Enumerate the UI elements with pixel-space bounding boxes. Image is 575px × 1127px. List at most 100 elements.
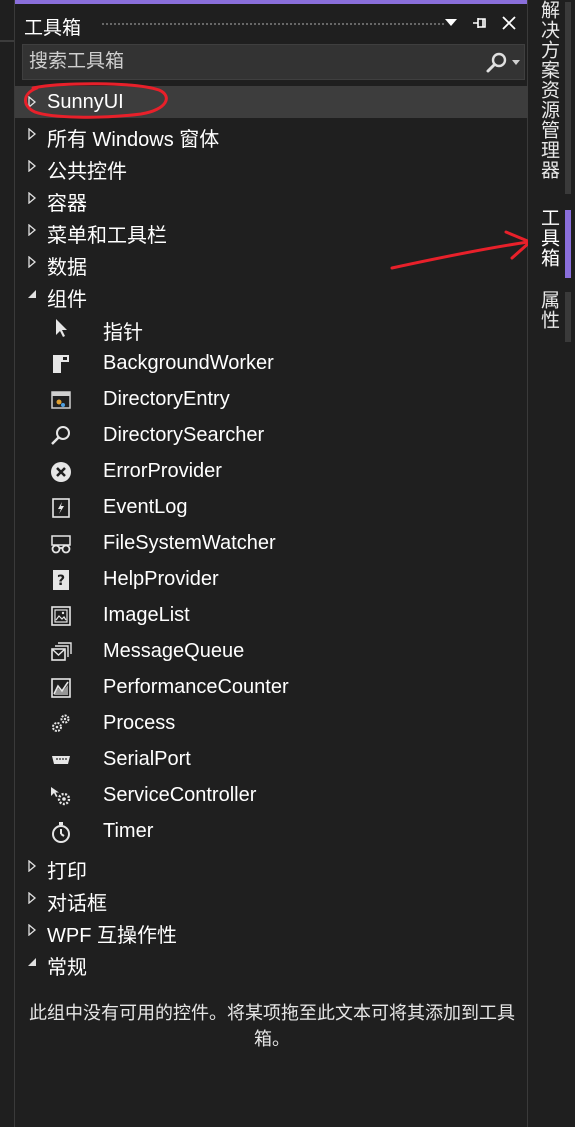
toolbox-item-label: PerformanceCounter: [103, 676, 289, 698]
toolbox-item[interactable]: 指针: [15, 310, 529, 346]
event-log-icon: [52, 498, 70, 518]
toolbox-category[interactable]: 组件: [15, 278, 529, 311]
toolbox-category-label: 打印: [47, 861, 87, 883]
toolbox-item[interactable]: BackgroundWorker: [15, 346, 529, 382]
toolbox-category-label: WPF 互操作性: [47, 925, 177, 947]
left-edge: [0, 0, 14, 1127]
side-tab[interactable]: 解决方案资源管理器: [532, 0, 562, 180]
toolbox-category[interactable]: 打印: [15, 850, 529, 883]
gears-icon: [52, 714, 70, 732]
side-tab[interactable]: 工具箱: [532, 208, 562, 268]
toolbox-tree: SunnyUI 所有 Windows 窗体 公共控件容器菜单和工具栏 数据组件 指针 Ba…: [15, 86, 529, 979]
side-tab[interactable]: 属性: [532, 290, 562, 330]
side-tab-indicator: [565, 292, 571, 342]
toolbox-category-label: 容器: [47, 193, 87, 215]
toolbox-item-label: Timer: [103, 820, 154, 842]
service-controller-icon: [51, 787, 71, 806]
caret-collapsed-icon[interactable]: [26, 860, 38, 872]
toolbox-item-label: BackgroundWorker: [103, 352, 274, 374]
toolbox-category[interactable]: 公共控件: [15, 150, 529, 183]
toolbox-panel: 工具箱 SunnyUI 所有 Windows 窗体公共控件容器菜单和工具栏数据组件…: [14, 0, 529, 1127]
toolbox-item-label: ServiceController: [103, 784, 257, 806]
binoculars-icon: [51, 535, 71, 554]
svg-text:?: ?: [57, 573, 65, 589]
toolbox-category[interactable]: 常规: [15, 946, 529, 979]
toolbox-item-label: EventLog: [103, 496, 188, 518]
toolbox-item[interactable]: FileSystemWatcher: [15, 526, 529, 562]
toolbox-item[interactable]: DirectoryEntry: [15, 382, 529, 418]
empty-group-message: 此组中没有可用的控件。将某项拖至此文本可将其添加到工具箱。: [29, 1003, 515, 1049]
caret-expanded-icon[interactable]: [26, 288, 38, 300]
side-tab-indicator: [565, 2, 571, 194]
toolbox-category[interactable]: 对话框: [15, 882, 529, 915]
toolbox-item[interactable]: ImageList: [15, 598, 529, 634]
panel-title: 工具箱: [24, 18, 82, 39]
toolbox-item-label: FileSystemWatcher: [103, 532, 276, 554]
search-options-dropdown-icon[interactable]: [512, 60, 520, 65]
toolbox-category-label: 组件: [47, 289, 87, 311]
caret-collapsed-icon[interactable]: [26, 160, 38, 172]
left-edge-mark: [0, 40, 14, 42]
caret-collapsed-icon[interactable]: [26, 892, 38, 904]
toolbox-item-label: HelpProvider: [103, 568, 219, 590]
search-input[interactable]: [29, 50, 469, 74]
toolbox-item[interactable]: ErrorProvider: [15, 454, 529, 490]
toolbox-category[interactable]: 所有 Windows 窗体: [15, 118, 529, 151]
help-icon: ?: [53, 570, 69, 590]
toolbox-item[interactable]: ServiceController: [15, 778, 529, 814]
serial-port-icon: [52, 756, 70, 764]
side-tab-strip: 解决方案资源管理器工具箱属性: [528, 0, 575, 1127]
window-position-dropdown-icon[interactable]: [440, 12, 462, 34]
toolbox-item[interactable]: SerialPort: [15, 742, 529, 778]
toolbox-category-label: 对话框: [47, 893, 107, 915]
caret-collapsed-icon[interactable]: [26, 924, 38, 936]
caret-collapsed-icon[interactable]: [26, 224, 38, 236]
toolbox-item-label: ImageList: [103, 604, 190, 626]
background-worker-icon: [53, 355, 69, 373]
message-queue-icon: [51, 642, 72, 661]
caret-collapsed-icon[interactable]: [26, 256, 38, 268]
toolbox-item[interactable]: EventLog: [15, 490, 529, 526]
toolbox-item-label: SerialPort: [103, 748, 191, 770]
toolbox-category[interactable]: SunnyUI: [15, 86, 529, 118]
toolbox-category-label: SunnyUI: [47, 91, 124, 113]
directory-entry-icon: [51, 391, 71, 409]
performance-counter-icon: [51, 678, 71, 698]
toolbox-item-label: 指针: [103, 322, 143, 344]
image-list-icon: [51, 606, 71, 626]
stopwatch-icon: [52, 822, 70, 843]
toolbox-category-label: 公共控件: [47, 161, 127, 183]
toolbox-item[interactable]: MessageQueue: [15, 634, 529, 670]
toolbox-category[interactable]: WPF 互操作性: [15, 914, 529, 947]
close-icon[interactable]: [498, 12, 520, 34]
toolbox-item[interactable]: Timer: [15, 814, 529, 850]
caret-collapsed-icon[interactable]: [26, 128, 38, 140]
toolbox-item-label: DirectorySearcher: [103, 424, 265, 446]
toolbox-item[interactable]: PerformanceCounter: [15, 670, 529, 706]
pointer-icon: [56, 319, 67, 337]
caret-collapsed-icon[interactable]: [26, 192, 38, 204]
search-box[interactable]: [22, 44, 525, 80]
toolbox-category-label: 菜单和工具栏: [47, 225, 167, 247]
magnifier-icon: [51, 426, 70, 445]
side-tab-indicator: [565, 210, 571, 278]
toolbox-category-label: 常规: [47, 957, 87, 979]
toolbox-item[interactable]: DirectorySearcher: [15, 418, 529, 454]
toolbox-item-label: DirectoryEntry: [103, 388, 230, 410]
toolbox-category[interactable]: 数据: [15, 246, 529, 279]
toolbox-item-label: Process: [103, 712, 176, 734]
caret-expanded-icon[interactable]: [26, 956, 38, 968]
caret-collapsed-icon[interactable]: [26, 96, 38, 108]
search-icon[interactable]: [485, 52, 509, 74]
drag-grip[interactable]: [101, 22, 445, 27]
toolbox-item[interactable]: ? HelpProvider: [15, 562, 529, 598]
toolbox-item-label: ErrorProvider: [103, 460, 222, 482]
toolbox-category-label: 数据: [47, 257, 87, 279]
toolbox-item-label: MessageQueue: [103, 640, 245, 662]
toolbox-category[interactable]: 菜单和工具栏: [15, 214, 529, 247]
panel-title-bar[interactable]: 工具箱: [15, 4, 527, 40]
toolbox-item[interactable]: Process: [15, 706, 529, 742]
toolbox-category[interactable]: 容器: [15, 182, 529, 215]
pin-icon[interactable]: [469, 12, 491, 34]
toolbox-category-label: 所有 Windows 窗体: [47, 129, 220, 151]
